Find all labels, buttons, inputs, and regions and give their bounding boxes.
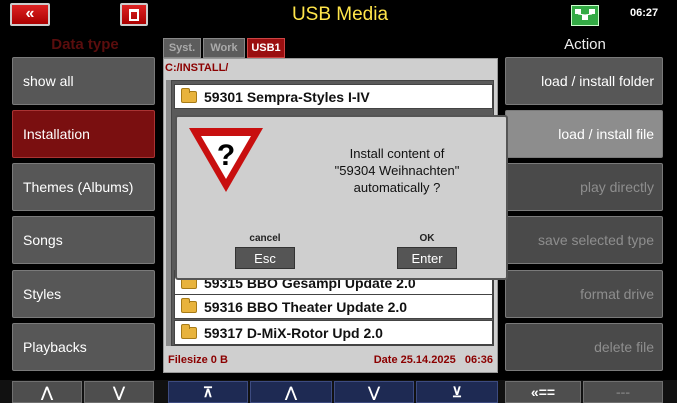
folder-icon xyxy=(181,87,197,103)
trash-icon[interactable] xyxy=(120,3,148,26)
datatype-songs[interactable]: Songs xyxy=(12,216,155,264)
clock: 06:27 xyxy=(630,7,659,19)
file-name: 59301 Sempra-Styles I-IV xyxy=(204,88,370,105)
network-icon xyxy=(571,5,599,26)
filesize-label: Filesize 0 B xyxy=(168,354,228,366)
esc-button[interactable]: Esc xyxy=(235,247,295,269)
tab-syst[interactable]: Syst. xyxy=(163,38,201,58)
list-up-button[interactable]: ⋀ xyxy=(250,381,332,403)
date-label: Date 25.14.2025 xyxy=(373,354,456,366)
dialog-message: Install content of "59304 Weihnachten" a… xyxy=(297,145,497,196)
datatype-show-all[interactable]: show all xyxy=(12,57,155,105)
install-dialog: ? Install content of "59304 Weihnachten"… xyxy=(175,115,508,280)
datatype-installation[interactable]: Installation xyxy=(12,110,155,158)
file-name: 59317 D-MiX-Rotor Upd 2.0 xyxy=(204,324,383,341)
format-drive-button[interactable]: format drive xyxy=(505,270,663,318)
tab-usb1[interactable]: USB1 xyxy=(247,38,285,58)
datatype-styles[interactable]: Styles xyxy=(12,270,155,318)
file-row[interactable]: 59317 D-MiX-Rotor Upd 2.0 xyxy=(174,320,493,345)
dialog-line-1: Install content of xyxy=(349,146,445,161)
date-time: Date 25.14.2025 06:36 xyxy=(374,354,493,366)
action-header: Action xyxy=(564,36,606,53)
load-install-file-button[interactable]: load / install file xyxy=(505,110,663,158)
file-name: 59316 BBO Theater Update 2.0 xyxy=(204,298,408,315)
list-bottom-button[interactable]: ⊻ xyxy=(416,381,498,403)
back-arrows-icon[interactable]: « xyxy=(10,3,50,26)
left-scroll-up-button[interactable]: ⋀ xyxy=(12,381,82,403)
left-scroll-down-button[interactable]: ⋁ xyxy=(84,381,154,403)
delete-file-button[interactable]: delete file xyxy=(505,323,663,371)
list-down-button[interactable]: ⋁ xyxy=(334,381,414,403)
svg-text:?: ? xyxy=(217,139,235,172)
file-row[interactable]: 59316 BBO Theater Update 2.0 xyxy=(174,294,493,319)
ok-caption: OK xyxy=(419,233,435,244)
cancel-caption: cancel xyxy=(249,233,281,244)
tab-work[interactable]: Work xyxy=(203,38,245,58)
file-row[interactable]: 59301 Sempra-Styles I-IV xyxy=(174,84,493,109)
dialog-line-2: "59304 Weihnachten" xyxy=(334,163,460,178)
play-directly-button[interactable]: play directly xyxy=(505,163,663,211)
warning-sign-icon: ? xyxy=(189,128,263,192)
window-title: USB Media xyxy=(291,4,389,25)
go-back-button[interactable]: «== xyxy=(505,381,581,403)
time-label: 06:36 xyxy=(464,354,493,366)
file-list-scrollbar[interactable] xyxy=(166,80,171,346)
current-path: C:/INSTALL/ xyxy=(165,62,229,74)
data-type-header: Data type xyxy=(51,36,119,53)
list-top-button[interactable]: ⊼ xyxy=(168,381,248,403)
unassigned-button: --- xyxy=(583,381,663,403)
status-bar: Filesize 0 B Date 25.14.2025 06:36 xyxy=(168,354,493,366)
folder-icon xyxy=(181,323,197,339)
save-selected-type-button[interactable]: save selected type xyxy=(505,216,663,264)
dialog-line-3: automatically ? xyxy=(353,180,441,195)
load-install-folder-button[interactable]: load / install folder xyxy=(505,57,663,105)
enter-button[interactable]: Enter xyxy=(397,247,457,269)
datatype-playbacks[interactable]: Playbacks xyxy=(12,323,155,371)
datatype-themes[interactable]: Themes (Albums) xyxy=(12,163,155,211)
folder-icon xyxy=(181,297,197,313)
